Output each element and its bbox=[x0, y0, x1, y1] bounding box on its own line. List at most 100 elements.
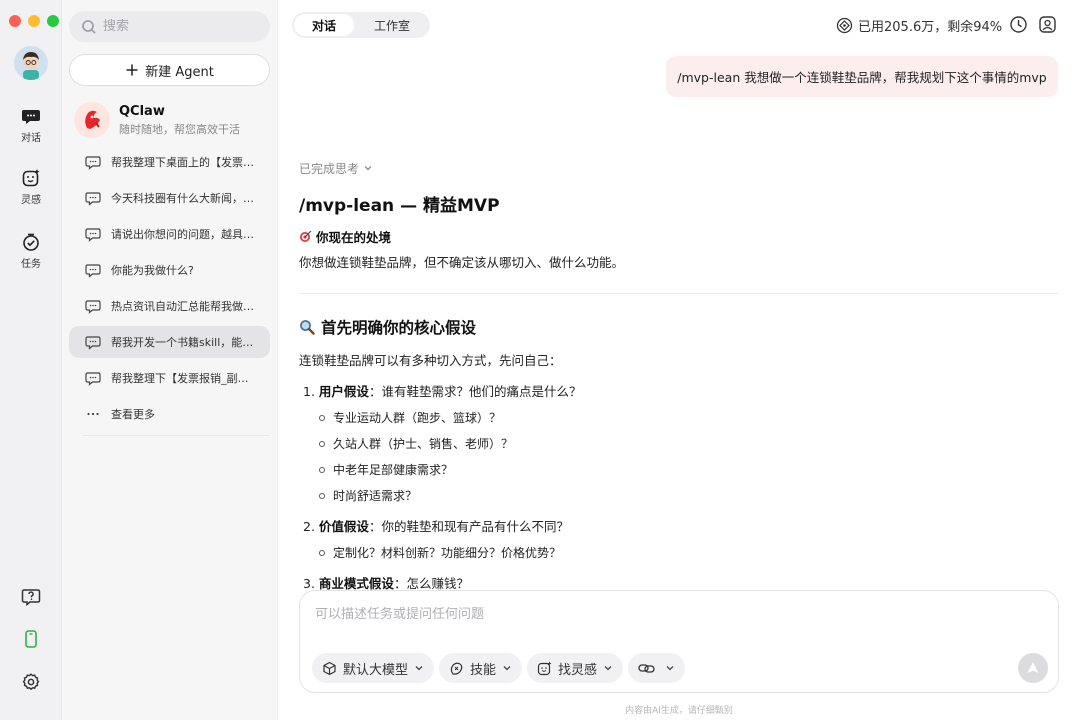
send-button[interactable] bbox=[1018, 653, 1048, 683]
chat-item[interactable]: 帮我整理下桌面上的【发票报销_副本】 bbox=[69, 146, 270, 178]
skills-select[interactable]: 技能 bbox=[439, 653, 523, 683]
assumption-item: 1. 用户假设：谁有鞋垫需求？他们的痛点是什么？ bbox=[299, 381, 1059, 400]
rail-item-chat[interactable]: 对话 bbox=[0, 106, 62, 144]
agent-qclaw[interactable]: QClaw 随时随地，帮您高效干活 bbox=[74, 100, 270, 140]
agent-subtitle: 随时随地，帮您高效干活 bbox=[119, 122, 240, 136]
minimize-window-button[interactable] bbox=[28, 15, 40, 27]
sparkle-face-icon bbox=[537, 661, 552, 675]
model-label: 默认大模型 bbox=[343, 662, 409, 678]
user-message-text: /mvp-lean 我想做一个连锁鞋垫品牌，帮我规划下这个事情的mvp bbox=[677, 70, 1047, 85]
settings-button[interactable] bbox=[0, 672, 62, 692]
assumption-title: 商业模式假设 bbox=[318, 576, 394, 591]
chat-title: 今天科技圈有什么大新闻，帮我总结 bbox=[111, 192, 257, 205]
thinking-toggle[interactable]: 已完成思考 bbox=[299, 158, 1059, 178]
clock-icon bbox=[1010, 16, 1027, 33]
bullet-item: 定制化？材料创新？功能细分？价格优势？ bbox=[299, 544, 1059, 561]
bullet-item: 中老年足部健康需求？ bbox=[299, 461, 1059, 478]
chat-bubble-icon bbox=[85, 264, 101, 278]
chat-bubble-icon bbox=[85, 192, 101, 206]
plus-icon bbox=[126, 64, 138, 76]
prompt-input[interactable] bbox=[315, 607, 1015, 622]
tab-studio[interactable]: 工作室 bbox=[356, 14, 428, 36]
gear-icon bbox=[22, 673, 40, 691]
situation-heading-text: 你现在的处境 bbox=[316, 230, 392, 245]
bullet-icon bbox=[319, 492, 325, 499]
bullet-icon bbox=[319, 414, 325, 421]
bullet-text: 久站人群（护士、销售、老师）？ bbox=[333, 437, 514, 451]
chat-title: 请说出你想问的问题，越具体越好 bbox=[111, 228, 257, 241]
history-button[interactable] bbox=[1009, 15, 1028, 34]
thinking-label: 已完成思考 bbox=[299, 161, 360, 176]
usage-indicator[interactable]: 已用205.6万，剩余94% bbox=[836, 16, 1002, 35]
chat-bubble-icon bbox=[85, 228, 101, 242]
tab-chat[interactable]: 对话 bbox=[294, 14, 355, 36]
bullet-icon bbox=[319, 440, 325, 447]
sidebar-divider bbox=[83, 435, 269, 436]
assumption-question: ：谁有鞋垫需求？他们的痛点是什么？ bbox=[368, 384, 582, 399]
chevron-down-icon bbox=[503, 666, 511, 671]
search-input[interactable] bbox=[103, 19, 253, 34]
help-icon bbox=[21, 589, 41, 606]
more-dots-icon bbox=[87, 412, 99, 416]
rail-item-label: 对话 bbox=[21, 133, 41, 144]
mobile-button[interactable] bbox=[0, 629, 62, 649]
assumption-item: 2. 价值假设：你的鞋垫和现有产品有什么不同？ bbox=[299, 516, 1059, 535]
window-controls bbox=[9, 15, 59, 27]
chat-item[interactable]: 你能为我做什么? bbox=[69, 254, 270, 286]
chat-item[interactable]: 今天科技圈有什么大新闻，帮我总结 bbox=[69, 182, 270, 214]
skills-label: 技能 bbox=[470, 662, 497, 678]
chat-item[interactable]: 热点资讯自动汇总能帮我做什么 bbox=[69, 290, 270, 322]
new-agent-button[interactable]: 新建 Agent bbox=[69, 54, 270, 86]
chevron-down-icon bbox=[415, 666, 423, 671]
chat-title: 热点资讯自动汇总能帮我做什么 bbox=[111, 300, 257, 313]
model-select[interactable]: 默认大模型 bbox=[312, 653, 435, 683]
bullet-text: 时尚舒适需求？ bbox=[333, 489, 418, 503]
chat-title: 帮我开发一个书籍skill，能自动推荐 bbox=[111, 336, 257, 349]
phone-icon bbox=[25, 630, 37, 648]
sidebar: 新建 Agent QClaw 随时随地，帮您高效干活 帮我整理下桌面上的【发票报… bbox=[62, 0, 278, 720]
chat-title: 你能为我做什么? bbox=[111, 264, 194, 277]
section-heading-text: 首先明确你的核心假设 bbox=[321, 319, 477, 337]
user-message: /mvp-lean 我想做一个连锁鞋垫品牌，帮我规划下这个事情的mvp bbox=[666, 56, 1058, 97]
inspire-label: 找灵感 bbox=[558, 662, 598, 678]
assistant-response: 已完成思考 /mvp-lean — 精益MVP 你现在的处境 你想做连锁鞋垫品牌… bbox=[299, 158, 1059, 592]
cube-icon bbox=[323, 661, 336, 675]
user-avatar[interactable] bbox=[14, 46, 48, 80]
inspire-select[interactable]: 找灵感 bbox=[527, 653, 624, 683]
rail-item-tasks[interactable]: 任务 bbox=[0, 232, 62, 270]
bullet-icon bbox=[319, 549, 325, 556]
task-check-icon bbox=[23, 233, 39, 251]
sparkle-face-icon bbox=[22, 169, 40, 187]
rail-item-inspire[interactable]: 灵感 bbox=[0, 168, 62, 206]
main-panel: 对话 工作室 已用205.6万，剩余94% /mvp-lean 我想做一个连锁鞋… bbox=[278, 0, 1080, 720]
zoom-window-button[interactable] bbox=[47, 15, 59, 27]
section-divider bbox=[299, 293, 1059, 294]
search-box[interactable] bbox=[69, 11, 270, 42]
view-more-label: 查看更多 bbox=[111, 408, 155, 421]
assumption-title: 价值假设 bbox=[318, 519, 369, 534]
bullet-text: 中老年足部健康需求？ bbox=[333, 463, 454, 477]
chevron-down-icon bbox=[364, 166, 372, 171]
link-select[interactable] bbox=[628, 653, 686, 683]
chat-item[interactable]: 请说出你想问的问题，越具体越好 bbox=[69, 218, 270, 250]
assumption-title: 用户假设 bbox=[318, 384, 369, 399]
bullet-icon bbox=[319, 466, 325, 473]
chat-bubble-icon bbox=[85, 372, 101, 386]
profile-button[interactable] bbox=[1038, 15, 1057, 34]
help-button[interactable] bbox=[0, 586, 62, 606]
chat-item-active[interactable]: 帮我开发一个书籍skill，能自动推荐 bbox=[69, 326, 270, 358]
nav-rail: 对话 灵感 任务 bbox=[0, 0, 62, 720]
item-number: 3. bbox=[303, 576, 315, 591]
item-number: 1. bbox=[303, 384, 315, 399]
close-window-button[interactable] bbox=[9, 15, 21, 27]
chat-item[interactable]: 帮我整理下【发票报销_副本】文件 bbox=[69, 362, 270, 394]
agent-name: QClaw bbox=[119, 103, 165, 119]
chevron-down-icon bbox=[604, 666, 612, 671]
chat-bubble-icon bbox=[22, 110, 40, 124]
avatar-icon bbox=[14, 46, 48, 80]
view-more-button[interactable]: 查看更多 bbox=[69, 398, 270, 430]
bullet-item: 久站人群（护士、销售、老师）？ bbox=[299, 435, 1059, 452]
chat-title: 帮我整理下【发票报销_副本】文件 bbox=[111, 372, 257, 385]
chat-bubble-icon bbox=[85, 300, 101, 314]
claw-icon bbox=[85, 110, 100, 129]
